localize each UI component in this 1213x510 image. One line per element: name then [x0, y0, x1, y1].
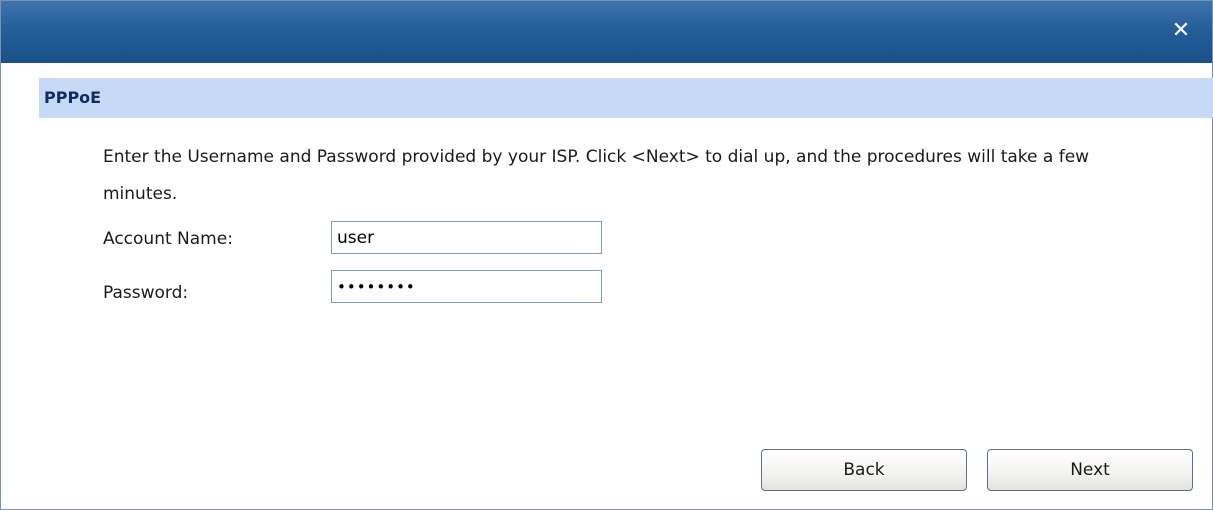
- section-title: PPPoE: [44, 88, 102, 107]
- instructions-text: Enter the Username and Password provided…: [103, 147, 1090, 204]
- next-button[interactable]: Next: [987, 449, 1193, 491]
- close-icon[interactable]: ✕: [1168, 18, 1194, 44]
- section-header: PPPoE: [39, 78, 1213, 118]
- back-button[interactable]: Back: [761, 449, 967, 491]
- dialog-titlebar: ✕: [1, 1, 1212, 63]
- account-name-input[interactable]: [331, 221, 602, 254]
- pppoe-dialog: ✕ PPPoE Enter the Username and Password …: [0, 0, 1213, 510]
- password-input[interactable]: [331, 270, 602, 303]
- account-name-label: Account Name:: [103, 229, 233, 249]
- password-label: Password:: [103, 283, 189, 303]
